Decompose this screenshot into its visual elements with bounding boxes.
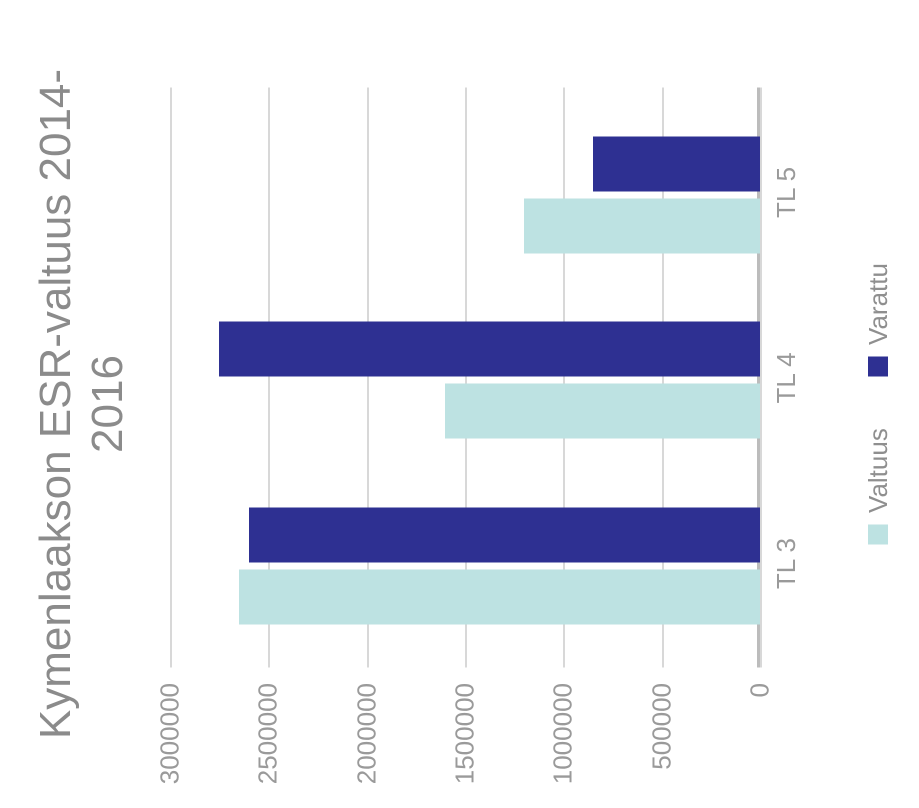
- chart-title: Kymenlaakson ESR-valtuus 2014- 2016: [30, 0, 134, 808]
- bar-valtuus: [239, 570, 760, 625]
- legend: Valtuus Varattu: [863, 0, 896, 808]
- x-tick-label: TL 3: [771, 499, 802, 629]
- bar-valtuus: [445, 384, 760, 439]
- x-tick-label: TL 4: [771, 313, 802, 443]
- legend-item-valtuus: Valtuus: [863, 428, 894, 545]
- legend-item-varattu: Varattu: [863, 263, 894, 377]
- bar-varattu: [219, 322, 760, 377]
- chart-title-line1: Kymenlaakson ESR-valtuus 2014-: [31, 69, 80, 739]
- legend-swatch-valtuus: [868, 525, 888, 545]
- y-tick-label: 1000000: [548, 683, 579, 808]
- gridline: [170, 88, 172, 668]
- plot-area: 0500000100000015000002000000250000030000…: [170, 88, 760, 668]
- bar-varattu: [249, 508, 760, 563]
- chart-container: Kymenlaakson ESR-valtuus 2014- 2016 0500…: [0, 0, 919, 808]
- legend-label-valtuus: Valtuus: [863, 428, 894, 513]
- y-tick-label: 0: [745, 683, 776, 808]
- legend-label-varattu: Varattu: [863, 263, 894, 345]
- legend-swatch-varattu: [868, 357, 888, 377]
- y-tick-label: 1500000: [450, 683, 481, 808]
- x-tick-label: TL 5: [771, 127, 802, 257]
- bar-valtuus: [524, 198, 760, 253]
- chart-title-line2: 2016: [83, 355, 132, 453]
- rotated-stage: Kymenlaakson ESR-valtuus 2014- 2016 0500…: [56, 0, 864, 808]
- y-tick-label: 3000000: [155, 683, 186, 808]
- bar-varattu: [593, 136, 760, 191]
- y-tick-label: 500000: [646, 683, 677, 808]
- y-tick-label: 2500000: [253, 683, 284, 808]
- y-tick-label: 2000000: [351, 683, 382, 808]
- gridline: [760, 88, 762, 668]
